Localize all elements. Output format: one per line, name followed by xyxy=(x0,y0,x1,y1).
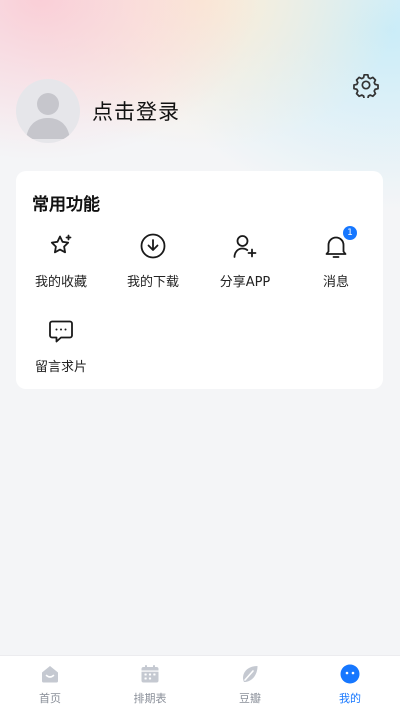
profile-section: 点击登录 xyxy=(16,79,180,143)
tab-home[interactable]: 首页 xyxy=(0,656,100,712)
feature-favorites[interactable]: 我的收藏 xyxy=(16,231,106,290)
gear-icon xyxy=(353,73,379,98)
home-icon xyxy=(42,666,58,683)
feature-label: 留言求片 xyxy=(34,360,87,375)
default-avatar-icon xyxy=(26,93,70,139)
feature-label: 我的收藏 xyxy=(34,275,87,290)
login-link[interactable]: 点击登录 xyxy=(92,96,180,126)
feature-label: 消息 xyxy=(322,275,349,290)
share-user-icon xyxy=(233,235,257,258)
profile-face-icon xyxy=(340,664,360,684)
tab-label: 我的 xyxy=(339,692,361,705)
tab-mine[interactable]: 我的 xyxy=(300,656,400,712)
tab-label: 豆瓣 xyxy=(239,692,261,705)
leaf-icon xyxy=(243,666,258,682)
feature-share-app[interactable]: 分享APP xyxy=(200,231,290,290)
calendar-icon xyxy=(141,665,159,683)
feature-label: 分享APP xyxy=(219,275,271,290)
feature-label: 我的下载 xyxy=(126,275,179,290)
common-functions-card: 常用功能 我的收藏 我的下载 分享APP 1 消息 留言求片 xyxy=(16,171,383,389)
unread-badge: 1 xyxy=(343,226,357,240)
feature-messages[interactable]: 1 消息 xyxy=(291,226,381,290)
bottom-tab-bar: 首页 排期表 豆瓣 我的 xyxy=(0,655,400,712)
download-icon xyxy=(140,233,166,259)
tab-label: 首页 xyxy=(39,692,61,705)
tab-douban[interactable]: 豆瓣 xyxy=(200,656,300,712)
star-sparkle-icon xyxy=(50,234,72,254)
feature-request-movie[interactable]: 留言求片 xyxy=(16,316,106,375)
section-title: 常用功能 xyxy=(32,195,100,215)
settings-button[interactable] xyxy=(352,71,380,99)
tab-schedule[interactable]: 排期表 xyxy=(100,656,200,712)
avatar[interactable] xyxy=(16,79,80,143)
message-bubble-icon xyxy=(49,320,73,343)
feature-downloads[interactable]: 我的下载 xyxy=(108,231,198,290)
tab-label: 排期表 xyxy=(133,692,167,705)
